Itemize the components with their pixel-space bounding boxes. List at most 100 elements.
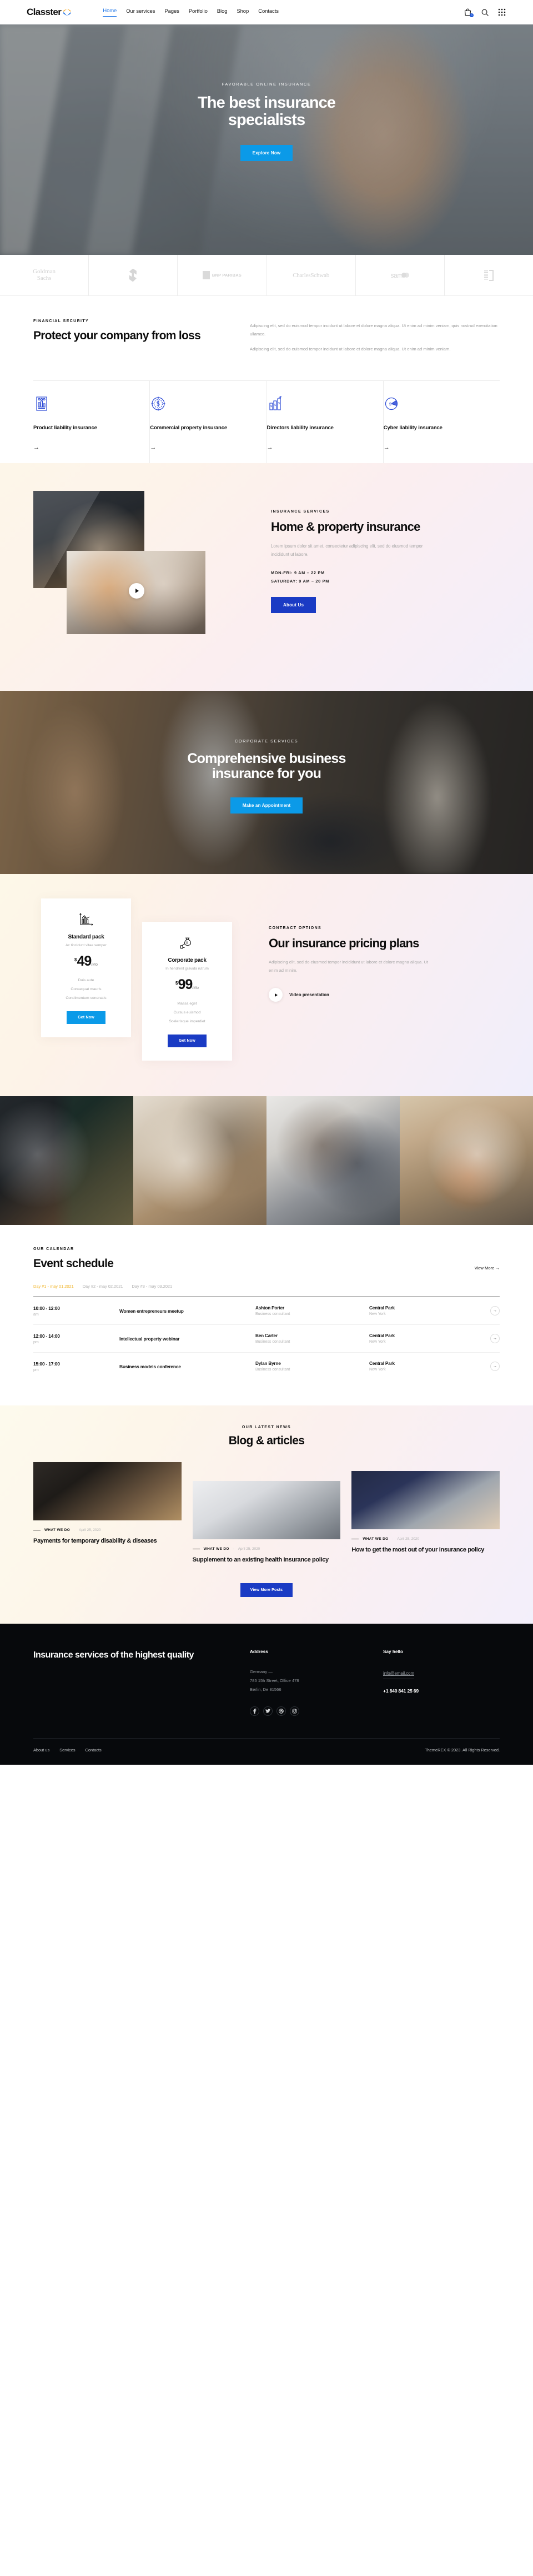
make-appointment-button[interactable]: Make an Appointment <box>230 797 303 814</box>
nav-item-shop[interactable]: Shop <box>237 8 249 17</box>
protect-paragraph-2: Adipiscing elit, sed do euismod tempor i… <box>250 347 451 352</box>
arrow-right-icon[interactable]: → <box>384 444 490 451</box>
bar-chart-document-icon <box>33 395 50 412</box>
video-presentation-link[interactable]: Video presentation <box>269 988 500 1002</box>
table-row[interactable]: 12:00 - 14:00 pm Intellectual property w… <box>33 1325 500 1353</box>
about-us-button[interactable]: About Us <box>271 596 316 613</box>
svg-text:$: $ <box>389 403 391 406</box>
table-row[interactable]: 10:00 - 12:00 am Women entrepreneurs mee… <box>33 1297 500 1325</box>
event-name: Women entrepreneurs meetup <box>119 1308 184 1314</box>
footer-contact-heading: Say hello <box>383 1649 403 1654</box>
arrow-right-icon[interactable]: → <box>150 444 256 451</box>
money-bag-hand-icon: $ <box>180 936 194 950</box>
dribbble-icon[interactable] <box>276 1706 286 1716</box>
event-location: Central Park New York <box>369 1305 490 1316</box>
blog-post-title[interactable]: Supplement to an existing health insuran… <box>193 1556 341 1564</box>
events-view-more-link[interactable]: View More → <box>475 1266 500 1271</box>
protect-paragraph-1: Adipiscing elit, sed do euismod tempor i… <box>250 323 497 337</box>
sam-label: sam <box>390 271 403 279</box>
blog-post-title[interactable]: How to get the most out of your insuranc… <box>351 1546 500 1554</box>
footer-link-contacts[interactable]: Contacts <box>86 1748 102 1753</box>
instagram-icon[interactable] <box>290 1706 299 1716</box>
service-card-directors-liability[interactable]: $ $ $ Directors liability insurance → <box>266 380 384 463</box>
footer-address-line-3: Berlin, De 81566 <box>250 1686 281 1692</box>
facebook-icon[interactable] <box>250 1706 259 1716</box>
events-tab-day-2[interactable]: Day #2 - may 02.2021 <box>83 1284 123 1297</box>
gallery-image-team-high-five[interactable] <box>266 1096 400 1225</box>
arrow-right-icon[interactable]: → <box>490 1306 500 1316</box>
shopping-bag-icon[interactable]: 0 <box>464 8 474 17</box>
get-now-button-corporate[interactable]: Get Now <box>168 1035 207 1048</box>
get-now-button-standard[interactable]: Get Now <box>67 1011 105 1025</box>
gallery-image-colleagues-with-tablet[interactable] <box>133 1096 266 1225</box>
office-hours: MON-FRI: 9 AM – 22 PM SATURDAY: 9 AM – 2… <box>271 569 500 586</box>
hero-title-line2: specialists <box>228 111 305 129</box>
twitter-icon[interactable] <box>263 1706 273 1716</box>
svg-text:$: $ <box>186 941 188 945</box>
footer-address-line-2: 785 15h Street, Office 478 <box>250 1678 299 1683</box>
arrow-right-icon[interactable]: → <box>33 444 139 451</box>
pricing-card-corporate[interactable]: $ Corporate pack In hendrerit gravida ru… <box>142 921 232 1061</box>
service-card-title: Directors liability insurance <box>266 424 334 431</box>
svg-text:$: $ <box>274 404 276 407</box>
arrow-right-icon[interactable]: → <box>267 444 373 451</box>
blog-post-card[interactable]: WHAT WE DO · April 25, 2020 How to get t… <box>351 1462 500 1554</box>
blog-post-meta: WHAT WE DO · April 25, 2020 <box>192 1547 341 1551</box>
partner-logo-bracket[interactable] <box>445 255 533 295</box>
service-card-commercial-property[interactable]: Commercial property insurance → <box>150 380 267 463</box>
nav-item-pages[interactable]: Pages <box>164 8 179 17</box>
events-tab-day-1[interactable]: Day #1 - may 01.2021 <box>33 1284 74 1297</box>
service-card-product-liability[interactable]: Product liability insurance → <box>33 380 150 463</box>
nav-item-portfolio[interactable]: Portfolio <box>189 8 208 17</box>
blog-post-date: April 25, 2020 <box>238 1547 260 1551</box>
plan-feature: Cursus euismod <box>173 1010 201 1015</box>
arrow-right-icon[interactable]: → <box>490 1334 500 1344</box>
footer-link-services[interactable]: Services <box>59 1748 75 1753</box>
blog-post-category[interactable]: WHAT WE DO <box>204 1547 229 1551</box>
blog-post-title[interactable]: Payments for temporary disability & dise… <box>33 1537 182 1545</box>
grid-menu-icon[interactable] <box>498 8 506 17</box>
footer-phone[interactable]: +1 840 841 25 69 <box>383 1688 500 1694</box>
home-property-media <box>33 490 255 657</box>
blog-post-category[interactable]: WHAT WE DO <box>44 1528 70 1532</box>
pricing-card-standard[interactable]: Standard pack Ac tincidunt vitae semper … <box>41 898 131 1038</box>
plan-feature: Scelerisque imperdiet <box>169 1019 205 1023</box>
gallery-image-businesswoman-with-laptop[interactable] <box>400 1096 533 1225</box>
partner-logo-swirl[interactable] <box>89 255 178 295</box>
blog-post-card[interactable]: WHAT WE DO · April 25, 2020 Payments for… <box>33 1462 182 1545</box>
nav-item-blog[interactable]: Blog <box>217 8 228 17</box>
meta-separator: · <box>74 1528 76 1532</box>
event-time-range: 12:00 - 14:00 <box>33 1333 60 1339</box>
logo-text: Classter <box>27 7 62 17</box>
table-row[interactable]: 15:00 - 17:00 pm Business models confere… <box>33 1353 500 1380</box>
footer-link-about-us[interactable]: About us <box>33 1748 49 1753</box>
nav-item-contacts[interactable]: Contacts <box>258 8 279 17</box>
site-header: Classter Home Our services Pages Portfol… <box>0 0 533 24</box>
nav-item-home[interactable]: Home <box>103 8 117 17</box>
partner-logo-goldman-sachs[interactable]: Goldman Sachs <box>0 255 89 295</box>
explore-now-button[interactable]: Explore Now <box>240 144 293 161</box>
events-title: Event schedule <box>33 1257 114 1270</box>
events-tab-day-3[interactable]: Day #3 - may 03.2021 <box>132 1284 172 1297</box>
blog-post-thumbnail <box>33 1462 182 1521</box>
arrow-right-icon[interactable]: → <box>490 1362 500 1372</box>
partner-logo-charles-schwab[interactable]: CharlesSchwab <box>267 255 356 295</box>
logo[interactable]: Classter <box>27 7 71 18</box>
search-icon[interactable] <box>481 8 489 17</box>
plan-price: $ 49 /Mo <box>52 955 120 968</box>
nav-item-our-services[interactable]: Our services <box>126 8 155 17</box>
partner-logo-bnp-paribas[interactable]: BNP PARIBAS <box>178 255 267 295</box>
service-card-cyber-liability[interactable]: $ Cyber liability insurance → <box>384 381 500 463</box>
footer-email-link[interactable]: info@email.com <box>383 1671 415 1679</box>
video-play-button[interactable] <box>129 583 144 599</box>
event-time-meridiem: pm <box>33 1340 39 1344</box>
view-more-posts-button[interactable]: View More Posts <box>240 1583 293 1597</box>
blog-post-card[interactable]: WHAT WE DO · April 25, 2020 Supplement t… <box>192 1462 341 1564</box>
services-section: Product liability insurance → Commercial… <box>0 380 533 463</box>
protect-section: FINANCIAL SECURITY Protect your company … <box>0 296 533 380</box>
gallery-image-developer-at-desk[interactable] <box>0 1096 133 1225</box>
blog-post-category[interactable]: WHAT WE DO <box>363 1537 388 1541</box>
social-links <box>250 1706 366 1716</box>
partner-logo-sam[interactable]: sam <box>356 255 445 295</box>
photo-gallery <box>0 1096 533 1225</box>
